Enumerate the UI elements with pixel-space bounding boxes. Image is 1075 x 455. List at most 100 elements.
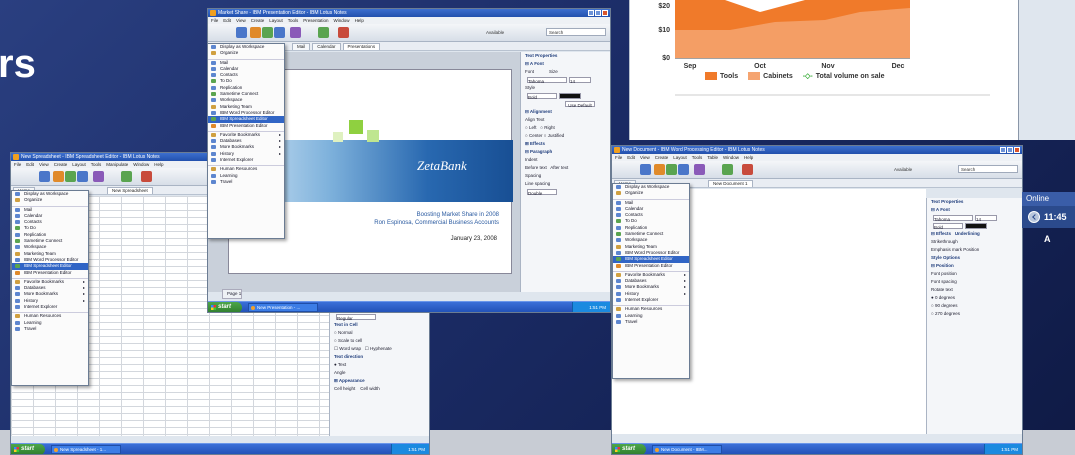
- radio-90-degrees[interactable]: ○ 90 degrees: [927, 302, 1022, 310]
- slideshow-icon[interactable]: [338, 27, 349, 38]
- taskbar-item[interactable]: New Spreadsheet - 1...: [51, 445, 121, 454]
- online-status[interactable]: Online: [1022, 192, 1075, 206]
- availability-status[interactable]: Available: [486, 30, 504, 35]
- format-icon[interactable]: [694, 164, 705, 175]
- minimize-button[interactable]: [1000, 147, 1006, 153]
- menu-view[interactable]: View: [236, 17, 246, 24]
- use-default-button[interactable]: Use Default: [565, 100, 595, 108]
- sort-icon[interactable]: [121, 171, 132, 182]
- style-select[interactable]: Bold: [933, 222, 963, 230]
- start-button[interactable]: start: [612, 444, 646, 454]
- radio-normal[interactable]: ○ Normal: [330, 329, 429, 337]
- tab-calendar[interactable]: Calendar: [312, 43, 341, 50]
- align-options-2[interactable]: ○ Center ○ Justified: [521, 132, 610, 140]
- effects-section[interactable]: ⊞ Effects: [521, 140, 610, 148]
- paste-icon[interactable]: [77, 171, 88, 182]
- close-button[interactable]: [1014, 147, 1020, 153]
- font-section[interactable]: ⊟ A Font: [927, 206, 1022, 214]
- tab-presentations[interactable]: Presentations: [342, 43, 381, 50]
- start-button[interactable]: start: [208, 302, 242, 312]
- menu-window[interactable]: Window: [133, 161, 149, 168]
- copy-icon[interactable]: [262, 27, 273, 38]
- appearance-section[interactable]: ⊞ Appearance: [330, 377, 429, 385]
- tab-new-document[interactable]: New Document 1: [708, 180, 753, 187]
- menu-layout[interactable]: Layout: [72, 161, 86, 168]
- bullets-icon[interactable]: [722, 164, 733, 175]
- font-section[interactable]: ⊟ A Font: [521, 60, 610, 68]
- menu-file[interactable]: File: [14, 161, 21, 168]
- radio-scale-to-cell[interactable]: ○ Scale to cell: [330, 337, 429, 345]
- font-color-swatch[interactable]: [559, 92, 581, 99]
- paragraph-section[interactable]: ⊟ Paragraph: [521, 148, 610, 156]
- menu-window[interactable]: Window: [334, 17, 350, 24]
- menu-help[interactable]: Help: [355, 17, 364, 24]
- cut-icon[interactable]: [250, 27, 261, 38]
- menu-edit[interactable]: Edit: [26, 161, 34, 168]
- paste-icon[interactable]: [678, 164, 689, 175]
- menu-edit[interactable]: Edit: [627, 154, 635, 161]
- table-icon[interactable]: [742, 164, 753, 175]
- menu-edit[interactable]: Edit: [223, 17, 231, 24]
- font-select[interactable]: Tahoma: [933, 214, 973, 222]
- search-input[interactable]: Search: [958, 165, 1018, 173]
- menu-create[interactable]: Create: [54, 161, 68, 168]
- menu-tools[interactable]: Tools: [692, 154, 703, 161]
- font-color-swatch[interactable]: [965, 222, 987, 229]
- effects-section[interactable]: ⊟ Effects Underlining: [927, 230, 1022, 238]
- menu-tools[interactable]: Tools: [288, 17, 299, 24]
- format-icon[interactable]: [290, 27, 301, 38]
- menu-item-travel[interactable]: Travel: [12, 326, 88, 332]
- maximize-button[interactable]: [595, 10, 601, 16]
- tab-mail[interactable]: Mail: [292, 43, 311, 50]
- font-select[interactable]: Tahoma: [527, 76, 567, 84]
- size-select[interactable]: 14: [569, 76, 591, 84]
- menu-view[interactable]: View: [39, 161, 49, 168]
- copy-icon[interactable]: [666, 164, 677, 175]
- menu-presentation[interactable]: Presentation: [303, 17, 328, 24]
- menu-create[interactable]: Create: [251, 17, 265, 24]
- taskbar-item[interactable]: New Presentation - ...: [248, 303, 318, 312]
- menu-manipulate[interactable]: Manipulate: [106, 161, 128, 168]
- menu-create[interactable]: Create: [655, 154, 669, 161]
- save-icon[interactable]: [640, 164, 651, 175]
- search-input[interactable]: Search: [546, 28, 606, 36]
- radio-text[interactable]: ● Text: [330, 361, 429, 369]
- menu-layout[interactable]: Layout: [673, 154, 687, 161]
- save-icon[interactable]: [39, 171, 50, 182]
- new-slide-icon[interactable]: [318, 27, 329, 38]
- menu-tools[interactable]: Tools: [91, 161, 102, 168]
- menu-layout[interactable]: Layout: [269, 17, 283, 24]
- font-style-select[interactable]: Regular: [336, 313, 376, 321]
- cut-icon[interactable]: [654, 164, 665, 175]
- size-select[interactable]: 14: [975, 214, 997, 222]
- alignment-section[interactable]: ⊟ Alignment: [521, 108, 610, 116]
- cut-icon[interactable]: [53, 171, 64, 182]
- paste-icon[interactable]: [274, 27, 285, 38]
- availability-status[interactable]: Available: [894, 167, 912, 172]
- save-icon[interactable]: [236, 27, 247, 38]
- menu-table[interactable]: Table: [707, 154, 718, 161]
- menu-view[interactable]: View: [640, 154, 650, 161]
- menu-file[interactable]: File: [615, 154, 622, 161]
- minimize-button[interactable]: [588, 10, 594, 16]
- tab-new-spreadsheet[interactable]: New Spreadsheet: [107, 187, 153, 194]
- menu-help[interactable]: Help: [154, 161, 163, 168]
- copy-icon[interactable]: [65, 171, 76, 182]
- checkbox-word-wrap[interactable]: ☐ Word wrap ☐ Hyphenate: [330, 345, 429, 353]
- menu-item-travel[interactable]: Travel: [208, 179, 284, 185]
- menu-help[interactable]: Help: [744, 154, 753, 161]
- chart-icon[interactable]: [141, 171, 152, 182]
- menu-item-travel[interactable]: Travel: [613, 319, 689, 325]
- radio-0-degrees[interactable]: ● 0 degrees: [927, 294, 1022, 302]
- position-section[interactable]: ⊟ Position: [927, 262, 1022, 270]
- taskbar-item[interactable]: New Document - IBM...: [652, 445, 722, 454]
- line-spacing-select[interactable]: Double: [527, 188, 557, 196]
- style-select[interactable]: Bold: [527, 92, 557, 100]
- menu-file[interactable]: File: [211, 17, 218, 24]
- maximize-button[interactable]: [1007, 147, 1013, 153]
- align-options[interactable]: ○ Left ○ Right: [521, 124, 610, 132]
- start-button[interactable]: start: [11, 444, 45, 454]
- format-icon[interactable]: [93, 171, 104, 182]
- close-button[interactable]: [602, 10, 608, 16]
- radio-270-degrees[interactable]: ○ 270 degrees: [927, 310, 1022, 318]
